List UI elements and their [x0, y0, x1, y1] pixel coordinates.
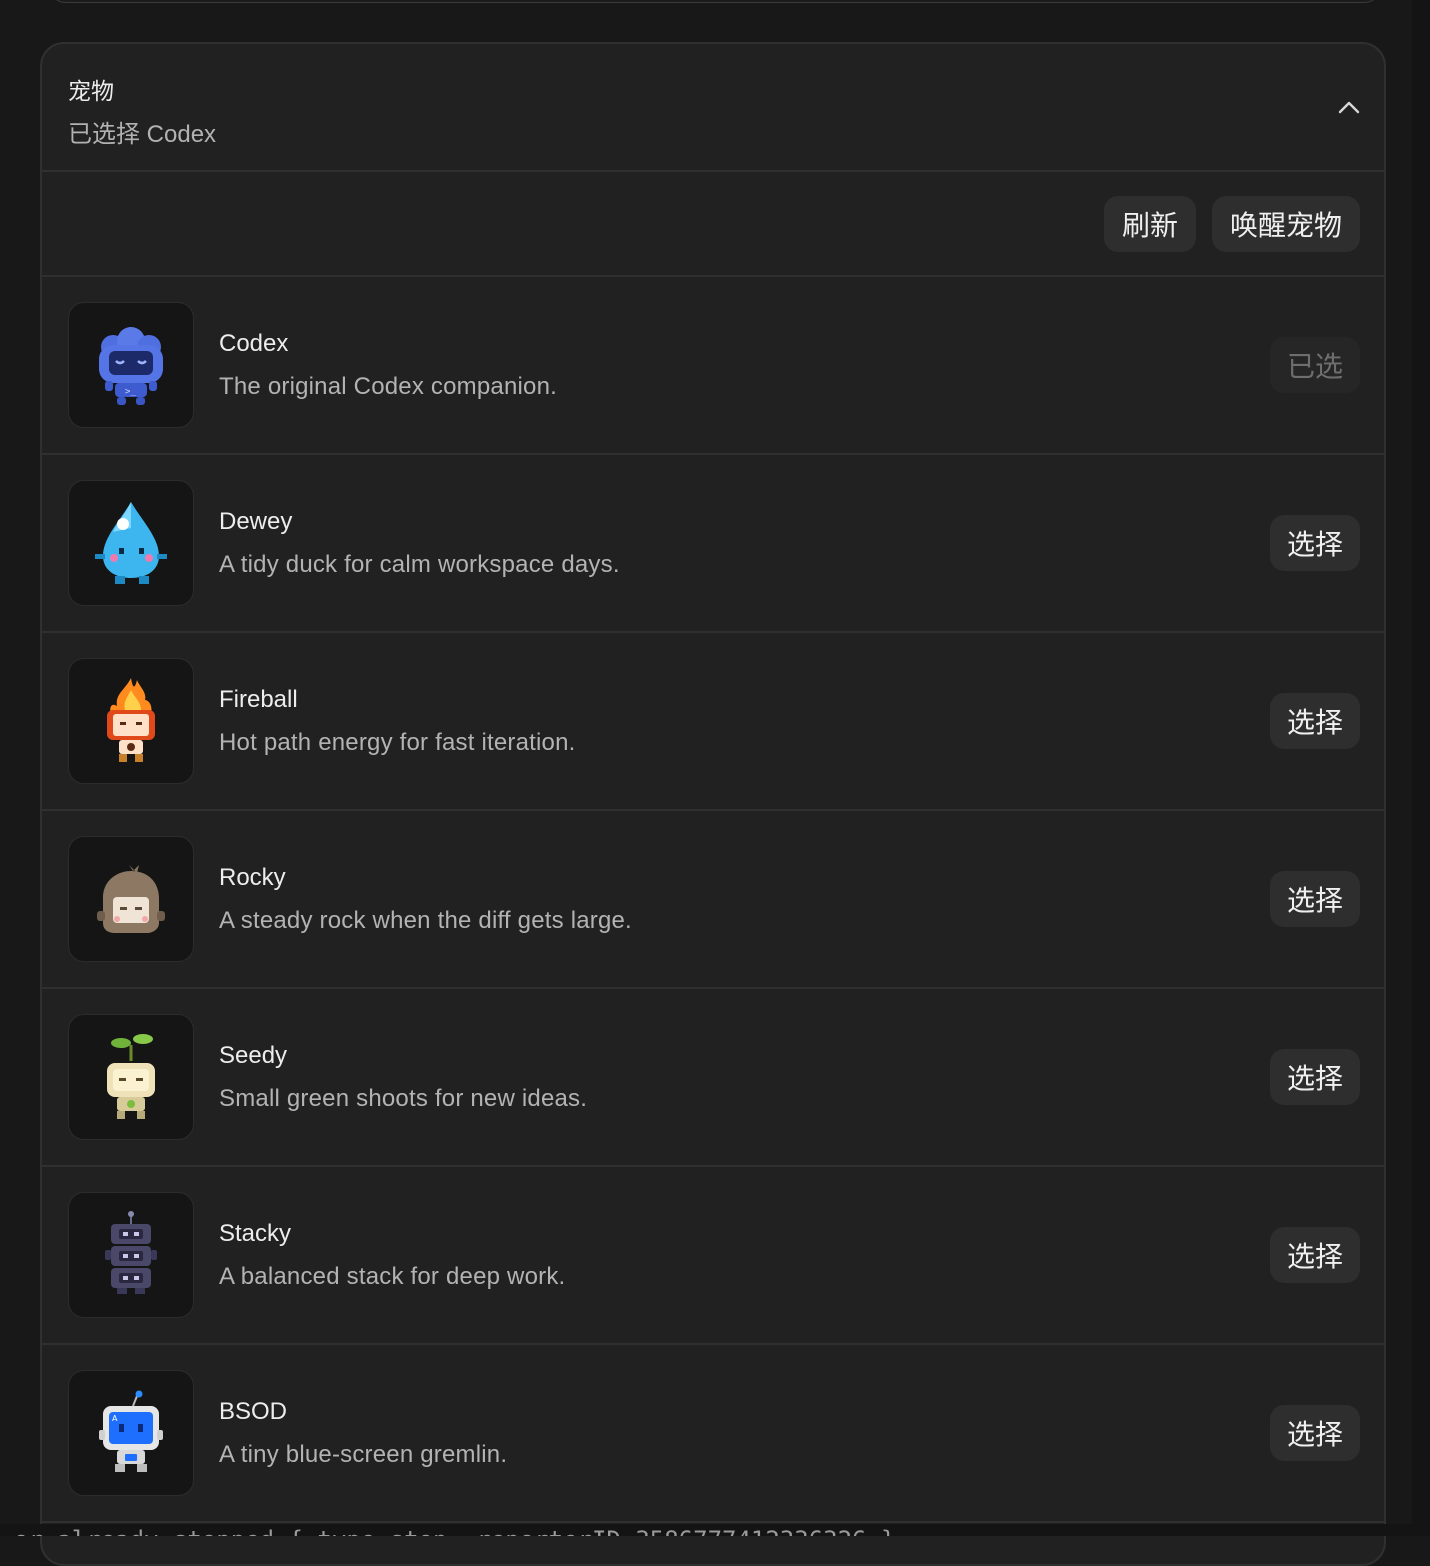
codex-robot-icon: >_ [99, 327, 163, 405]
pet-name: Codex [219, 330, 289, 357]
fireball-icon [107, 678, 155, 762]
pet-row-stacky: Stacky A balanced stack for deep work. 选… [42, 1167, 1384, 1345]
refresh-button[interactable]: 刷新 [1103, 195, 1196, 252]
panel-header[interactable]: 宠物 已选择 Codex [42, 44, 1384, 172]
terminal-text: or already stopped { type=stop, reporter… [0, 1526, 895, 1536]
pet-avatar [68, 1014, 194, 1140]
select-pet-button[interactable]: 选择 [1270, 1049, 1360, 1105]
pet-name: Dewey [219, 508, 293, 535]
pet-description: A tiny blue-screen gremlin. [219, 1441, 508, 1468]
pet-description: A steady rock when the diff gets large. [219, 907, 632, 934]
pet-description: A tidy duck for calm workspace days. [219, 551, 620, 578]
pet-name: Fireball [219, 686, 298, 713]
stack-robot-icon [105, 1211, 157, 1294]
chevron-up-icon[interactable] [1336, 94, 1362, 120]
pet-name: Seedy [219, 1042, 288, 1069]
pet-avatar: A [68, 1370, 194, 1496]
pet-row-seedy: Seedy Small green shoots for new ideas. … [42, 989, 1384, 1167]
panel-subtitle: 已选择 Codex [68, 121, 217, 148]
pet-row-bsod: A BSOD A tiny blue-screen gremlin. 选择 [42, 1345, 1384, 1523]
pet-name: BSOD [219, 1398, 288, 1425]
select-pet-button[interactable]: 选择 [1270, 515, 1360, 571]
pets-panel: 宠物 已选择 Codex 刷新 唤醒宠物 >_ Codex The origin… [40, 42, 1386, 1566]
pet-row-codex: >_ Codex The original Codex companion. 已… [42, 277, 1384, 455]
window-edge [1412, 0, 1430, 1536]
pet-row-fireball: Fireball Hot path energy for fast iterat… [42, 633, 1384, 811]
pet-avatar [68, 480, 194, 606]
water-drop-icon [95, 502, 167, 584]
pet-name: Stacky [219, 1220, 292, 1247]
svg-text:>_: >_ [125, 387, 136, 397]
pet-name: Rocky [219, 864, 286, 891]
terminal-output-strip: or already stopped { type=stop, reporter… [0, 1524, 1430, 1536]
pet-description: The original Codex companion. [219, 373, 557, 400]
rock-icon [97, 865, 165, 933]
seedling-icon [107, 1034, 155, 1119]
pet-avatar: >_ [68, 302, 194, 428]
select-pet-button[interactable]: 选择 [1270, 1227, 1360, 1283]
pet-avatar [68, 836, 194, 962]
pet-row-rocky: Rocky A steady rock when the diff gets l… [42, 811, 1384, 989]
pet-avatar [68, 1192, 194, 1318]
pet-description: Small green shoots for new ideas. [219, 1085, 588, 1112]
svg-text:A: A [112, 1414, 118, 1423]
pet-description: A balanced stack for deep work. [219, 1263, 566, 1290]
toolbar: 刷新 唤醒宠物 [42, 172, 1384, 277]
select-pet-button[interactable]: 选择 [1270, 693, 1360, 749]
bsod-monitor-icon: A [99, 1390, 163, 1472]
pet-row-dewey: Dewey A tidy duck for calm workspace day… [42, 455, 1384, 633]
pet-description: Hot path energy for fast iteration. [219, 729, 576, 756]
previous-panel-edge [48, 0, 1382, 3]
pet-selected-button: 已选 [1270, 337, 1360, 393]
pet-avatar [68, 658, 194, 784]
wake-pet-button[interactable]: 唤醒宠物 [1211, 195, 1360, 252]
select-pet-button[interactable]: 选择 [1270, 871, 1360, 927]
select-pet-button[interactable]: 选择 [1270, 1405, 1360, 1461]
panel-title: 宠物 [68, 78, 114, 104]
